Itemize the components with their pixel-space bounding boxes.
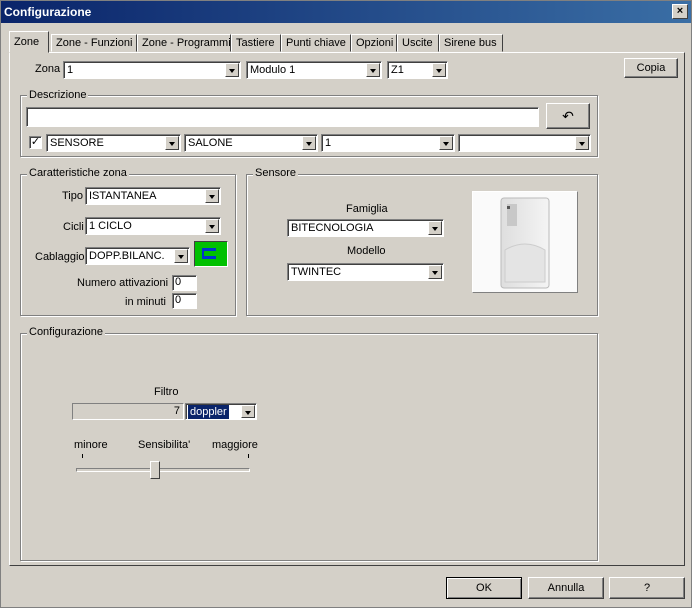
title-bar: Configurazione × — [1, 1, 691, 23]
cablaggio-label: Cablaggio — [35, 251, 85, 263]
zona-label: Zona — [35, 63, 61, 75]
config-window: Configurazione × Zone Zone - Funzioni Zo… — [0, 0, 692, 608]
chevron-down-icon[interactable] — [302, 136, 316, 150]
filtro-value-field[interactable]: 7 — [72, 403, 184, 420]
slider-tick-min — [82, 454, 83, 458]
sensor-image — [472, 191, 578, 293]
tab-sirene-bus[interactable]: Sirene bus — [439, 34, 503, 52]
cicli-label: Cicli — [63, 221, 84, 233]
chevron-down-icon[interactable] — [439, 136, 453, 150]
sensitivity-min-label: minore — [74, 439, 108, 451]
annulla-button[interactable]: Annulla — [528, 577, 604, 599]
chevron-down-icon[interactable] — [366, 63, 380, 77]
sensitivity-slider-track[interactable] — [76, 468, 250, 472]
modulo-value: Modulo 1 — [250, 64, 296, 76]
modello-select[interactable]: TWINTEC — [287, 263, 444, 281]
slider-tick-max — [248, 454, 249, 458]
num-attivazioni-input[interactable]: 0 — [172, 275, 197, 291]
sensitivity-max-label: maggiore — [212, 439, 258, 451]
z-select[interactable]: Z1 — [387, 61, 448, 79]
chevron-down-icon[interactable] — [428, 265, 442, 279]
chevron-down-icon[interactable] — [205, 189, 219, 203]
combo-3-value: 1 — [325, 137, 332, 149]
tab-tastiere[interactable]: Tastiere — [231, 34, 281, 52]
caratteristiche-title: Caratteristiche zona — [27, 167, 129, 179]
in-minuti-input[interactable]: 0 — [172, 293, 197, 309]
cablaggio-select[interactable]: DOPP.BILANC. — [85, 247, 190, 265]
in-minuti-label: in minuti — [125, 296, 166, 308]
cicli-select[interactable]: 1 CICLO — [85, 217, 221, 235]
tipo-select[interactable]: ISTANTANEA — [85, 187, 221, 205]
chevron-down-icon[interactable] — [241, 405, 255, 418]
sensitivity-label: Sensibilita' — [138, 439, 191, 451]
filtro-mode-select[interactable]: doppler — [185, 403, 257, 420]
tab-opzioni[interactable]: Opzioni — [351, 34, 397, 52]
configurazione-title: Configurazione — [27, 326, 105, 338]
filtro-label: Filtro — [154, 386, 179, 398]
tab-zone-programmi[interactable]: Zone - Programmi — [137, 34, 231, 52]
chevron-down-icon[interactable] — [174, 249, 188, 263]
famiglia-value: BITECNOLOGIA — [291, 222, 374, 234]
filtro-value: 7 — [173, 405, 180, 417]
undo-arrow-icon: ↶ — [562, 108, 574, 124]
descrizione-combo-1[interactable]: SENSORE — [46, 134, 181, 152]
wiring-diagram-icon[interactable] — [194, 241, 228, 267]
z-value: Z1 — [391, 64, 404, 76]
cicli-value: 1 CICLO — [89, 220, 132, 232]
modello-value: TWINTEC — [291, 266, 342, 278]
ok-button[interactable]: OK — [446, 577, 522, 599]
window-title: Configurazione — [4, 5, 92, 19]
tab-panel: Zona 1 Modulo 1 Z1 Copia Descrizione ↶ ✓… — [9, 52, 685, 566]
descrizione-combo-3[interactable]: 1 — [321, 134, 455, 152]
tab-zone[interactable]: Zone — [9, 31, 49, 53]
num-attivazioni-label: Numero attivazioni — [77, 277, 169, 289]
chevron-down-icon[interactable] — [428, 221, 442, 235]
descrizione-title: Descrizione — [27, 89, 89, 101]
tab-zone-funzioni[interactable]: Zone - Funzioni — [51, 34, 137, 52]
close-icon[interactable]: × — [672, 4, 688, 19]
tab-uscite[interactable]: Uscite — [397, 34, 439, 52]
modello-label: Modello — [347, 245, 386, 257]
modulo-select[interactable]: Modulo 1 — [246, 61, 382, 79]
tab-punti-chiave[interactable]: Punti chiave — [281, 34, 351, 52]
copia-button[interactable]: Copia — [624, 58, 678, 78]
wire-line-top — [202, 248, 216, 251]
undo-button[interactable]: ↶ — [546, 103, 590, 129]
chevron-down-icon[interactable] — [575, 136, 589, 150]
zona-select[interactable]: 1 — [63, 61, 241, 79]
descrizione-combo-2[interactable]: SALONE — [184, 134, 318, 152]
sensor-device-icon — [500, 197, 550, 289]
combo-2-value: SALONE — [188, 137, 233, 149]
combo-1-value: SENSORE — [50, 137, 104, 149]
wire-link — [202, 251, 204, 256]
tipo-label: Tipo — [62, 190, 83, 202]
cablaggio-value: DOPP.BILANC. — [89, 250, 165, 262]
zona-value: 1 — [67, 64, 74, 76]
famiglia-select[interactable]: BITECNOLOGIA — [287, 219, 444, 237]
tipo-value: ISTANTANEA — [89, 190, 157, 202]
help-button[interactable]: ? — [609, 577, 685, 599]
chevron-down-icon[interactable] — [205, 219, 219, 233]
wire-line-bottom — [202, 256, 216, 259]
sensore-title: Sensore — [253, 167, 298, 179]
chevron-down-icon[interactable] — [432, 63, 446, 77]
descrizione-checkbox[interactable]: ✓ — [29, 136, 42, 149]
chevron-down-icon[interactable] — [225, 63, 239, 77]
chevron-down-icon[interactable] — [165, 136, 179, 150]
famiglia-label: Famiglia — [346, 203, 388, 215]
filtro-mode-value: doppler — [188, 405, 229, 419]
sensitivity-slider-thumb[interactable] — [149, 461, 160, 479]
descrizione-input[interactable] — [26, 107, 539, 127]
descrizione-combo-4[interactable] — [458, 134, 591, 152]
